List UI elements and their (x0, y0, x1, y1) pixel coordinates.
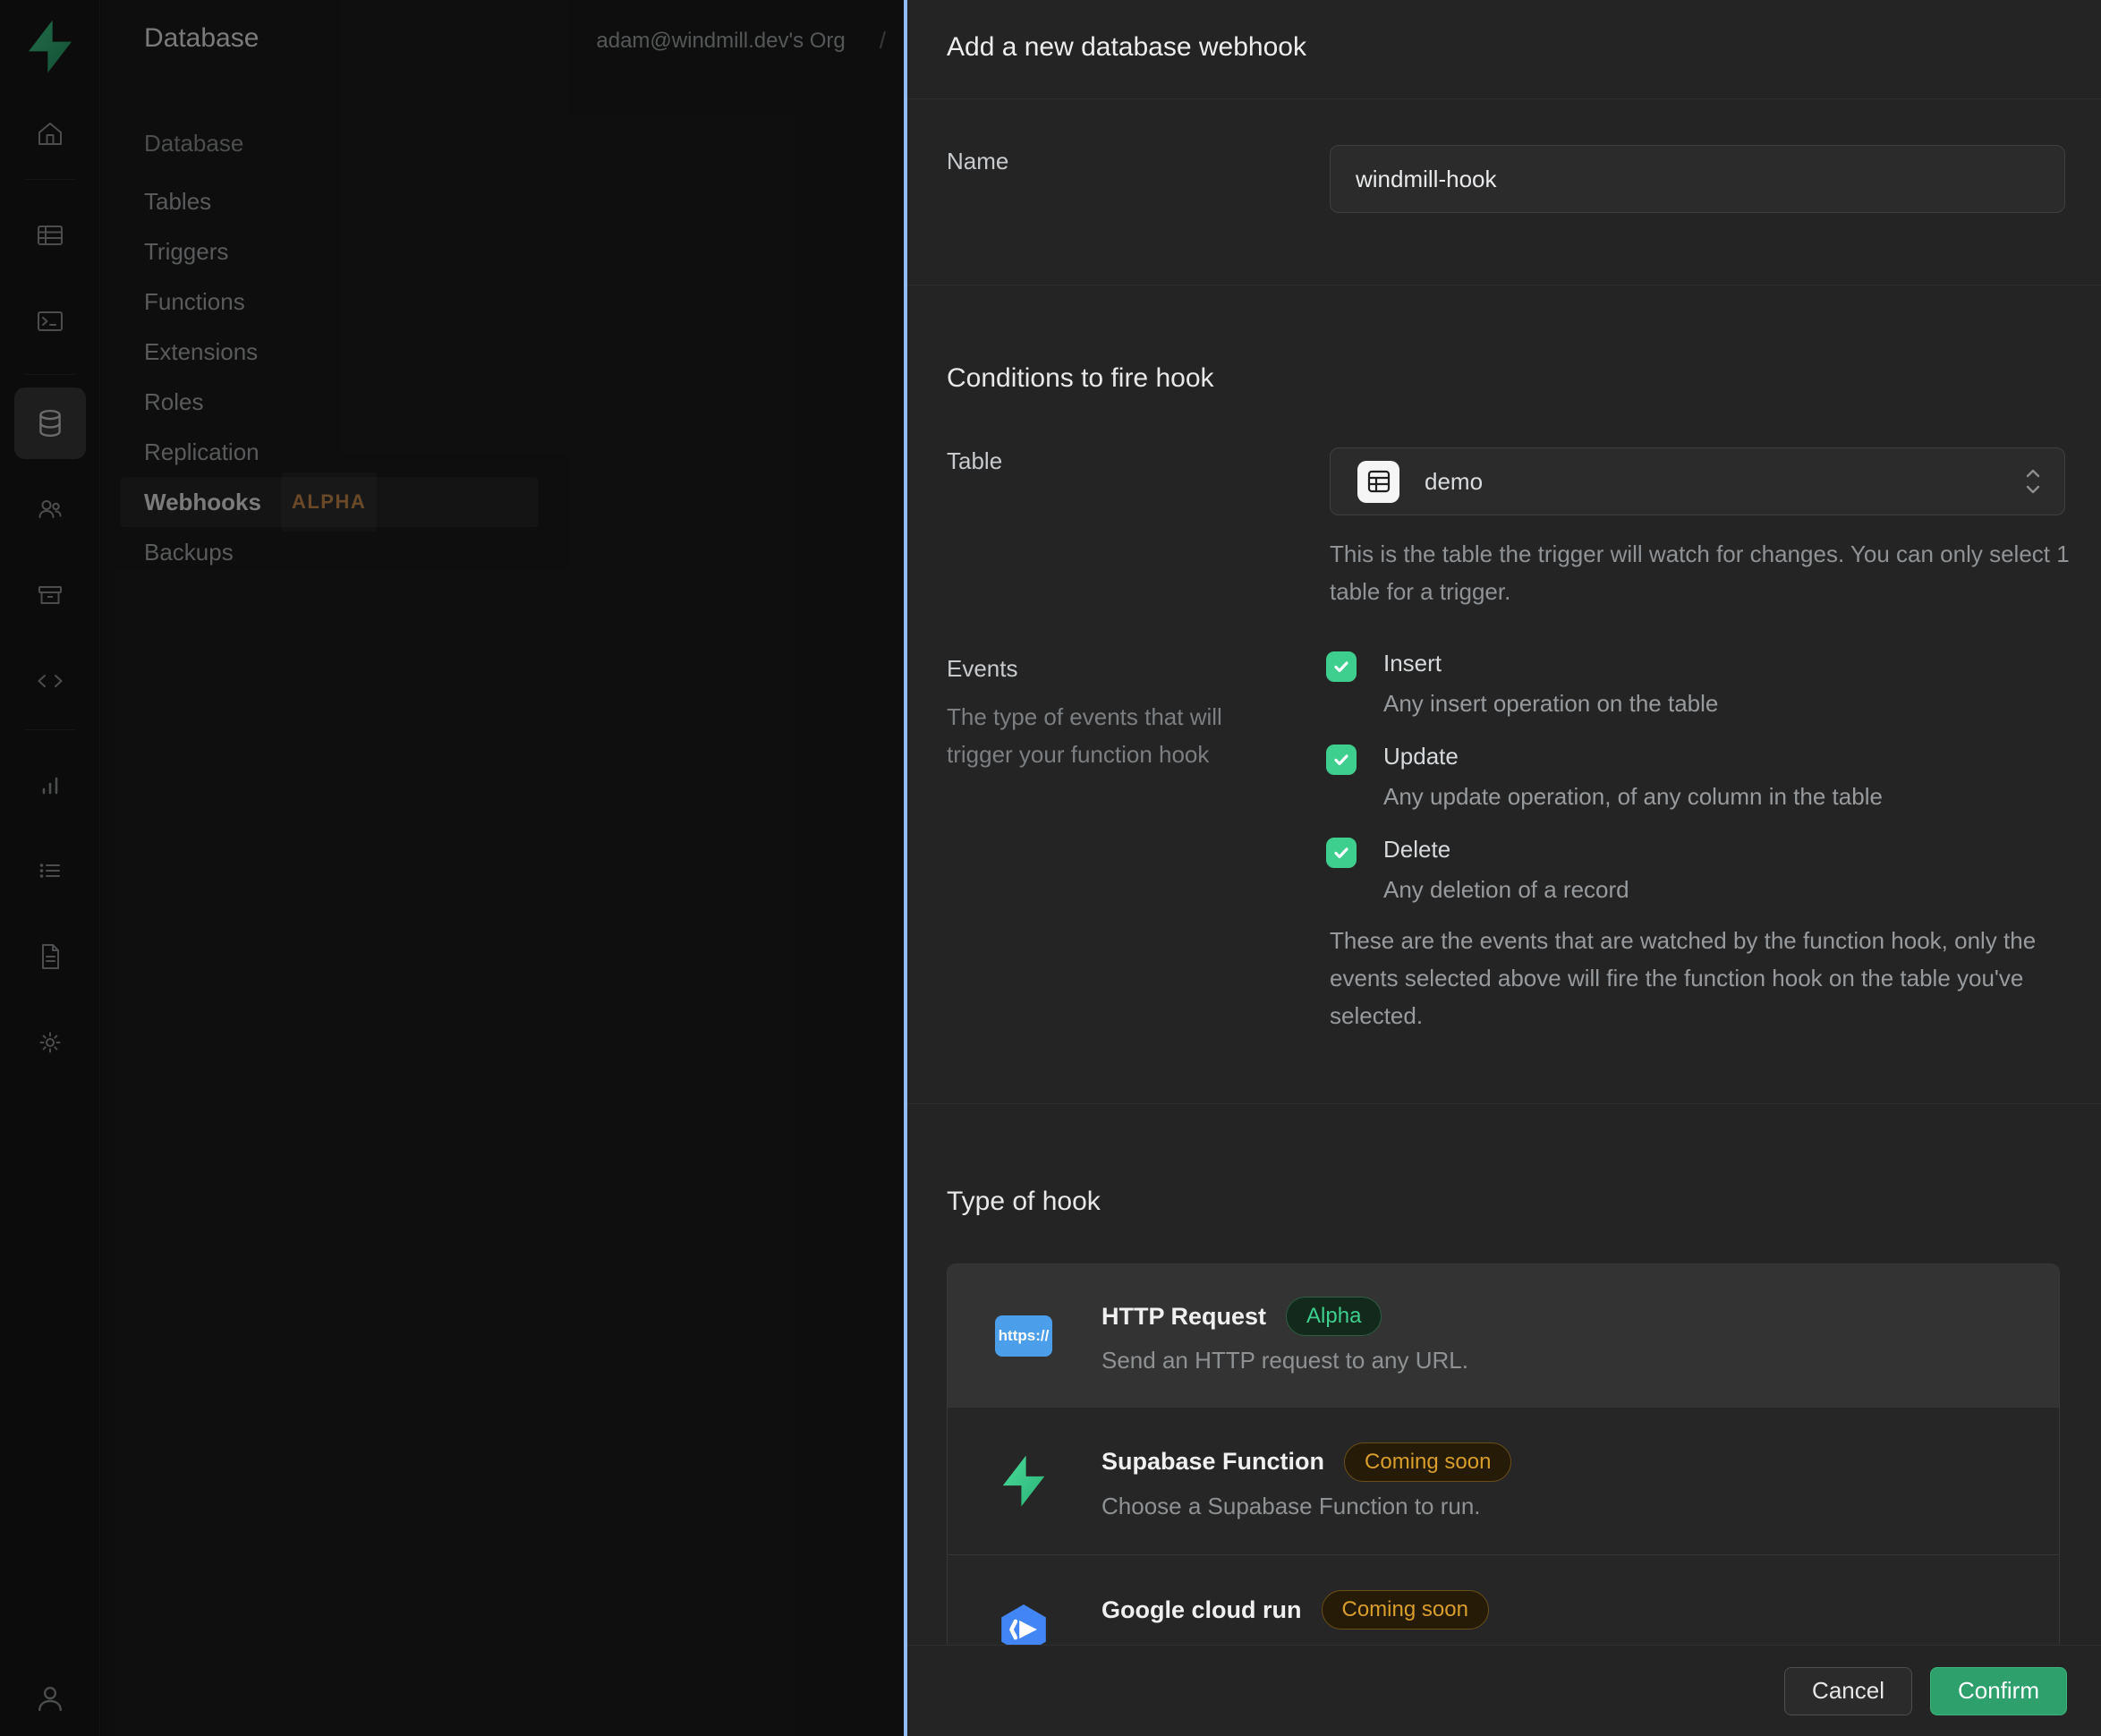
coming-soon-badge: Coming soon (1322, 1590, 1489, 1630)
hook-option-supabase-function[interactable]: Supabase Function Coming soon Choose a S… (948, 1408, 2059, 1555)
event-description: Any update operation, of any column in t… (1383, 783, 1883, 811)
panel-focus-ring (904, 0, 907, 1736)
event-description: Any deletion of a record (1383, 876, 1629, 904)
confirm-button[interactable]: Confirm (1930, 1667, 2067, 1715)
modal-dim-overlay (0, 0, 904, 1736)
https-request-icon: https:// (989, 1315, 1059, 1357)
event-option-insert[interactable]: Insert Any insert operation on the table (1326, 650, 1718, 718)
hook-option-http-request[interactable]: https:// HTTP Request Alpha Send an HTTP… (948, 1264, 2059, 1408)
panel-title: Add a new database webhook (947, 32, 1306, 63)
hook-option-google-cloud-run[interactable]: Google cloud run Coming soon Choose a go… (948, 1555, 2059, 1651)
divider (904, 98, 2101, 99)
hook-option-description: Send an HTTP request to any URL. (1102, 1347, 1468, 1374)
events-note: These are the events that are watched by… (1330, 922, 2081, 1034)
events-description: The type of events that will trigger you… (947, 698, 1287, 773)
table-select[interactable]: demo (1330, 447, 2065, 515)
chevron-up-down-icon (2023, 464, 2043, 499)
hook-option-title: HTTP Request (1102, 1303, 1266, 1331)
event-option-update[interactable]: Update Any update operation, of any colu… (1326, 743, 1883, 811)
hook-type-heading: Type of hook (947, 1187, 1101, 1217)
hook-type-options: https:// HTTP Request Alpha Send an HTTP… (947, 1264, 2060, 1651)
event-description: Any insert operation on the table (1383, 690, 1718, 718)
event-label: Update (1383, 743, 1883, 770)
table-help-text: This is the table the trigger will watch… (1330, 535, 2072, 610)
checkbox-checked-icon[interactable] (1326, 651, 1357, 682)
google-cloud-run-icon (989, 1601, 1059, 1652)
hook-option-title: Supabase Function (1102, 1448, 1324, 1476)
hook-option-description: Choose a Supabase Function to run. (1102, 1493, 1511, 1520)
table-label: Table (947, 447, 1002, 475)
table-icon (1357, 461, 1399, 503)
webhook-name-input[interactable] (1330, 145, 2065, 213)
add-webhook-panel: Add a new database webhook Name Conditio… (904, 0, 2101, 1736)
checkbox-checked-icon[interactable] (1326, 838, 1357, 868)
supabase-function-icon (989, 1453, 1059, 1509)
events-label: Events (947, 655, 1018, 683)
event-label: Insert (1383, 650, 1718, 677)
divider (904, 1103, 2101, 1104)
checkbox-checked-icon[interactable] (1326, 745, 1357, 775)
event-option-delete[interactable]: Delete Any deletion of a record (1326, 836, 1629, 904)
coming-soon-badge: Coming soon (1344, 1442, 1511, 1482)
panel-footer: Cancel Confirm (904, 1645, 2101, 1736)
conditions-heading: Conditions to fire hook (947, 363, 1214, 394)
name-label: Name (947, 148, 1008, 175)
alpha-pill-badge: Alpha (1286, 1297, 1382, 1336)
cancel-button[interactable]: Cancel (1784, 1667, 1912, 1715)
event-label: Delete (1383, 836, 1629, 864)
table-select-value: demo (1425, 468, 1483, 496)
hook-option-title: Google cloud run (1102, 1596, 1302, 1624)
